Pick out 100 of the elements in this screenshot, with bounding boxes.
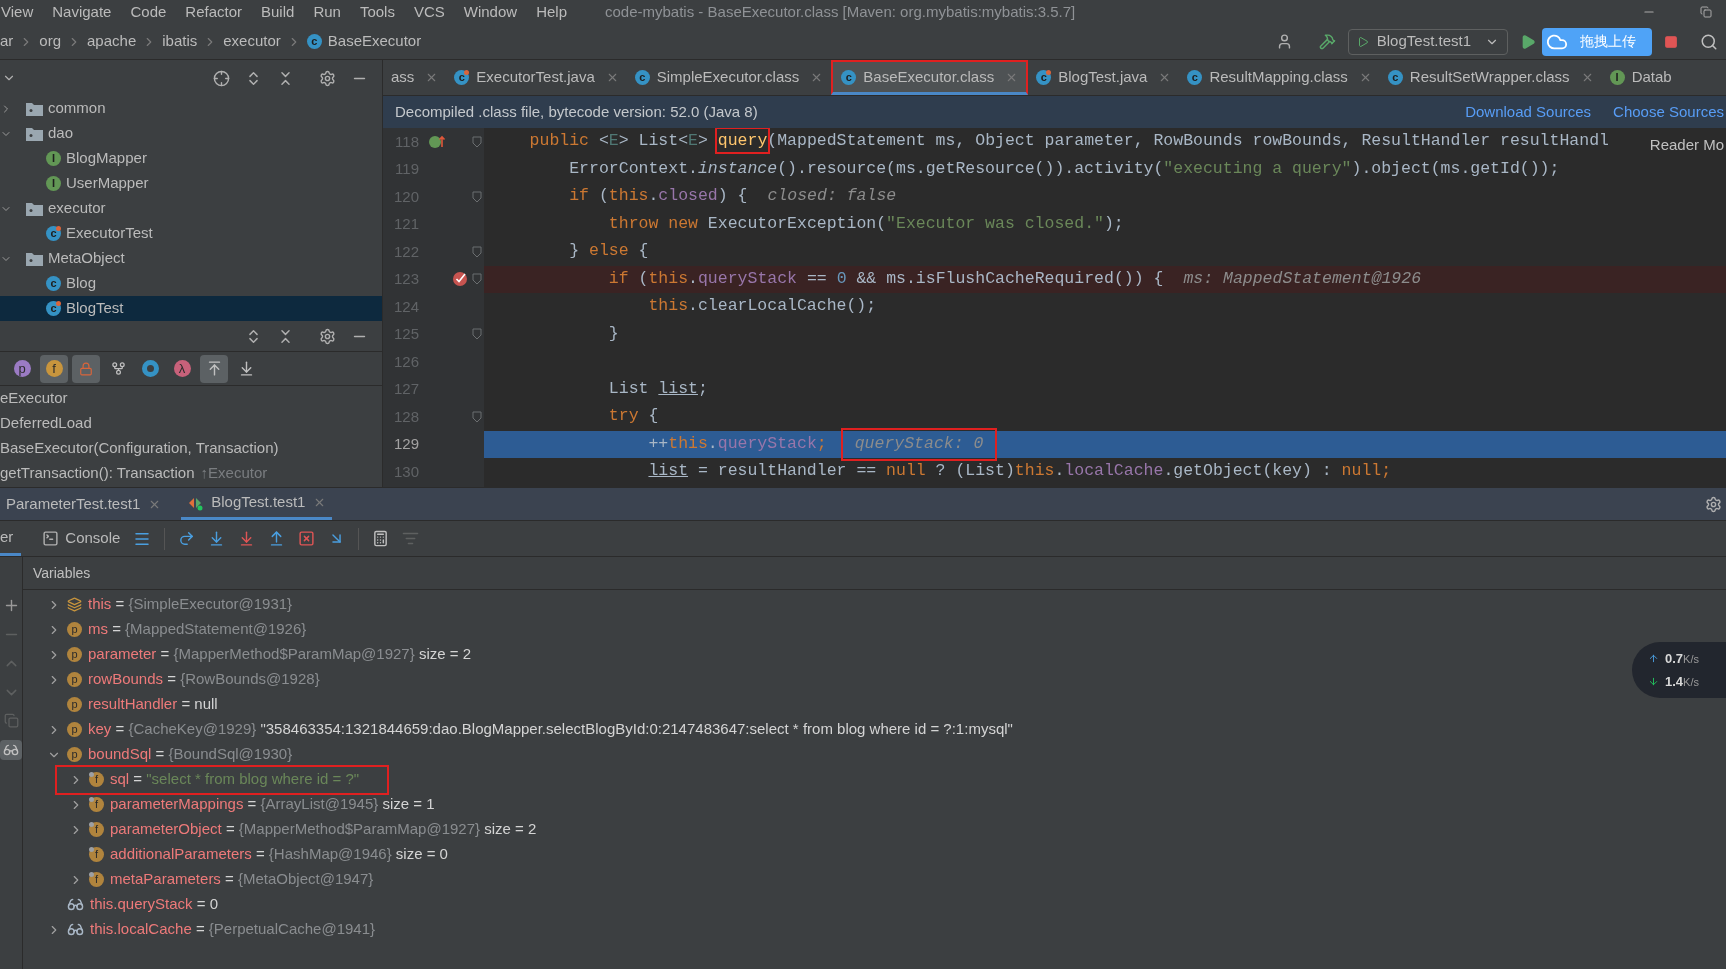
drop-frame-icon[interactable]: [298, 530, 316, 547]
class-icon: c: [306, 34, 322, 49]
glasses-icon: [3, 742, 19, 758]
editor-tab[interactable]: c SimpleExecutor.class: [626, 60, 832, 95]
calculator-icon[interactable]: [372, 530, 390, 547]
structure-item[interactable]: eExecutor: [0, 387, 68, 410]
structure-item[interactable]: getTransaction(): Transaction: [0, 462, 195, 485]
tree-item[interactable]: c ExecutorTest: [0, 221, 382, 246]
fold-icon[interactable]: [471, 190, 482, 203]
breadcrumb-item[interactable]: executor: [223, 30, 281, 53]
settings-icon[interactable]: [1705, 495, 1722, 513]
field-icon: f: [89, 822, 104, 837]
code-line: if (this.closed) {: [568, 185, 748, 208]
breadcrumb-item[interactable]: org: [39, 30, 62, 53]
tree-item[interactable]: common: [0, 96, 382, 121]
parameter-icon: p: [67, 722, 82, 737]
field-icon: f: [89, 847, 104, 862]
menu-item[interactable]: Navigate: [52, 0, 112, 24]
panel-title: Variables: [33, 563, 91, 583]
variable-text: this = {SimpleExecutor@1931}: [88, 594, 293, 615]
speed-reading: 0.7K/s: [1665, 649, 1699, 668]
restore-icon[interactable]: [1700, 6, 1712, 18]
tree-item[interactable]: dao: [0, 121, 382, 146]
variable-text: parameterMappings = {ArrayList@1945} size = 1: [110, 794, 435, 815]
debug-tab[interactable]: BlogTest.test1: [181, 488, 333, 520]
fold-icon[interactable]: [471, 328, 482, 341]
watches-toggle[interactable]: [0, 740, 22, 760]
banner-link[interactable]: Download Sources: [1465, 100, 1592, 124]
menu-item[interactable]: Tools: [359, 0, 395, 24]
menu-item[interactable]: Window: [463, 0, 518, 24]
debug-tab[interactable]: ParameterTest.test1: [0, 488, 168, 520]
fold-icon[interactable]: [471, 273, 482, 286]
folder-icon: [26, 251, 43, 266]
property-filter[interactable]: p: [8, 354, 36, 383]
tree-item[interactable]: executor: [0, 196, 382, 221]
menu-item[interactable]: Run: [313, 0, 341, 24]
editor-tab[interactable]: c ExecutorTest.java: [446, 60, 627, 95]
breadcrumb-item[interactable]: ar: [0, 30, 14, 53]
tree-item[interactable]: c BlogTest: [0, 296, 382, 321]
parameter-icon: p: [67, 697, 82, 712]
class-icon: c: [1036, 70, 1052, 85]
locate-icon[interactable]: [213, 69, 230, 87]
menu-item[interactable]: Build: [261, 0, 295, 24]
debugger-view-tab[interactable]: Console: [34, 521, 121, 556]
code-line: try {: [607, 405, 659, 428]
menu-item[interactable]: Refactor: [185, 0, 242, 24]
stop-icon[interactable]: [1664, 34, 1678, 49]
inline-hint: queryStack: 0: [840, 427, 998, 461]
editor-tab[interactable]: c BlogTest.java: [1028, 60, 1180, 95]
editor-tab[interactable]: c ResultSetWrapper.class: [1379, 60, 1602, 95]
fold-icon[interactable]: [471, 410, 482, 423]
parameter-icon: p: [67, 622, 82, 637]
structure-item[interactable]: BaseExecutor(Configuration, Transaction): [0, 437, 279, 460]
class-icon: c: [841, 69, 857, 85]
field-filter[interactable]: f: [40, 354, 68, 383]
debugger-view-tab[interactable]: er: [0, 521, 22, 556]
banner-link[interactable]: Choose Sources: [1613, 100, 1724, 124]
breadcrumb-item[interactable]: apache: [87, 30, 137, 53]
lambda-filter[interactable]: λ: [168, 354, 196, 383]
variable-text: parameterObject = {MapperMethod$ParamMap@1927} size = 2: [110, 819, 537, 840]
menu-item[interactable]: View: [1, 0, 34, 24]
lock-filter[interactable]: [72, 354, 100, 383]
class-icon: c: [634, 70, 650, 85]
structure-item[interactable]: DeferredLoad: [0, 412, 92, 435]
menu-item[interactable]: Help: [536, 0, 567, 24]
inherited-filter[interactable]: [200, 354, 228, 383]
breakpoint-icon[interactable]: [451, 270, 469, 289]
menu-item[interactable]: VCS: [413, 0, 445, 24]
editor-tab[interactable]: ass: [383, 60, 447, 95]
editor-tab[interactable]: c ResultMapping.class: [1179, 60, 1380, 95]
tree-item[interactable]: I BlogMapper: [0, 146, 382, 171]
variable-text: metaParameters = {MetaObject@1947}: [110, 869, 374, 890]
tree-item[interactable]: c Blog: [0, 271, 382, 296]
fold-icon[interactable]: [471, 245, 482, 258]
glasses-icon: [67, 896, 84, 913]
settings-icon[interactable]: [319, 328, 336, 345]
menu-item[interactable]: Code: [130, 0, 167, 24]
search-icon[interactable]: [1700, 32, 1718, 51]
breadcrumb-item[interactable]: BaseExecutor: [327, 30, 422, 53]
editor-tab[interactable]: c BaseExecutor.class: [831, 60, 1029, 95]
breadcrumb-item[interactable]: ibatis: [162, 30, 198, 53]
code-line: ErrorContext.instance().resource(ms.getResource()).activity("executing a query").object(ms.getId());: [568, 157, 1560, 180]
fold-icon[interactable]: [471, 135, 482, 148]
hammer-icon[interactable]: [1318, 33, 1336, 50]
editor-tab[interactable]: I Datab: [1601, 60, 1680, 95]
tree-item[interactable]: MetaObject: [0, 246, 382, 271]
code-line: if (this.queryStack == 0 && ms.isFlushCacheRequired()) {: [607, 267, 1164, 290]
variable-text: additionalParameters = {HashMap@1946} size = 0: [110, 844, 448, 865]
step-over-icon[interactable]: [178, 530, 196, 547]
run-config-dropdown[interactable]: BlogTest.test1: [1347, 28, 1508, 55]
class-icon: c: [46, 276, 61, 291]
run-icon[interactable]: [1520, 33, 1536, 50]
settings-icon[interactable]: [319, 69, 336, 87]
field-icon: f: [89, 872, 104, 887]
tree-item[interactable]: I UserMapper: [0, 171, 382, 196]
class-icon: c: [1187, 70, 1203, 85]
code-line: } else {: [568, 240, 649, 263]
folder-icon: [26, 101, 43, 116]
lock-icon: [79, 361, 93, 376]
window-title: code-mybatis - BaseExecutor.class [Maven: org.mybatis:mybatis:3.5.7]: [605, 1, 1076, 22]
